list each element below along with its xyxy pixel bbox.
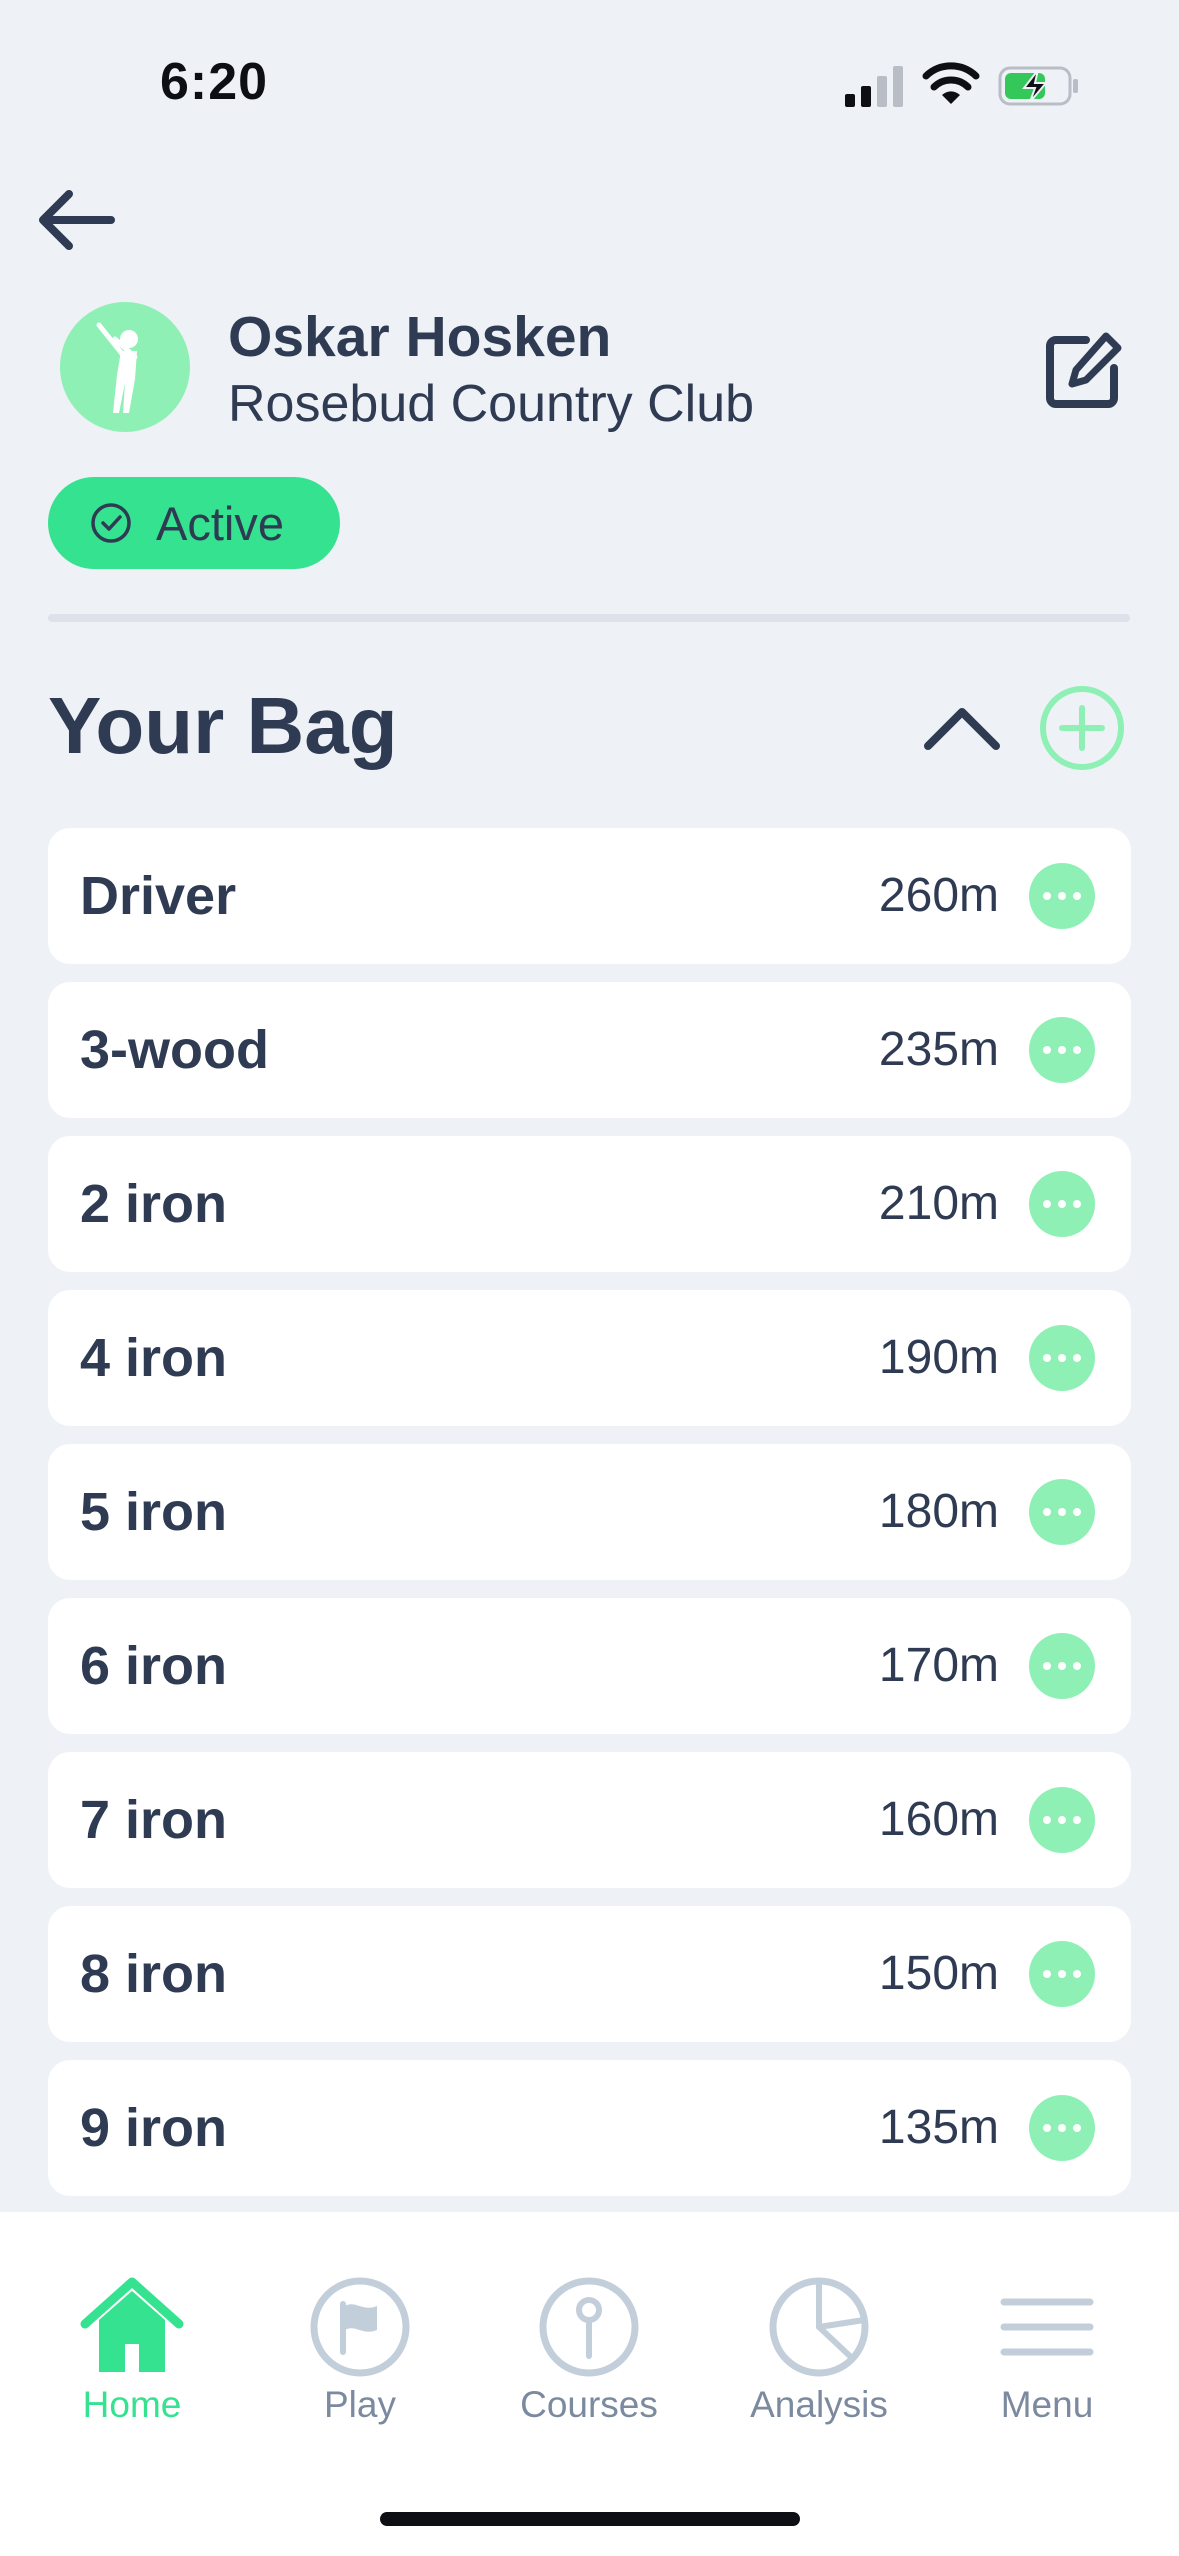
club-name: 7 iron xyxy=(80,1790,228,1850)
club-options-button[interactable] xyxy=(1029,1941,1095,2007)
club-options-button[interactable] xyxy=(1029,1017,1095,1083)
back-button[interactable] xyxy=(30,180,120,260)
battery-charging-icon xyxy=(998,66,1078,106)
club-row[interactable]: 2 iron 210m xyxy=(48,1136,1131,1272)
club-options-button[interactable] xyxy=(1029,1171,1095,1237)
tab-analysis[interactable]: Analysis xyxy=(709,2212,929,2425)
club-distance: 170m xyxy=(878,1639,999,1692)
tab-label: Menu xyxy=(1000,2384,1094,2425)
club-row[interactable]: 7 iron 160m xyxy=(48,1752,1131,1888)
arrow-left-icon xyxy=(39,190,115,250)
status-label: Active xyxy=(156,496,284,550)
edit-profile-button[interactable] xyxy=(1040,328,1126,414)
club-options-button[interactable] xyxy=(1029,1787,1095,1853)
club-name: 6 iron xyxy=(80,1636,228,1696)
club-options-button[interactable] xyxy=(1029,1633,1095,1699)
cellular-signal-icon xyxy=(845,66,903,107)
flag-icon xyxy=(310,2277,410,2377)
tab-label: Analysis xyxy=(750,2384,888,2425)
status-time: 6:20 xyxy=(160,53,269,111)
club-row[interactable]: 3-wood 235m xyxy=(48,982,1131,1118)
more-icon xyxy=(1043,1816,1081,1824)
edit-icon xyxy=(1046,332,1122,408)
divider xyxy=(48,614,1130,622)
club-name: 5 iron xyxy=(80,1482,228,1542)
club-name: 8 iron xyxy=(80,1944,228,2004)
tab-courses[interactable]: Courses xyxy=(479,2212,699,2425)
more-icon xyxy=(1043,2124,1081,2132)
tab-label: Play xyxy=(324,2384,396,2425)
club-list: Driver 260m 3-wood 235m 2 iron 210m 4 iron 190m… xyxy=(48,828,1131,2214)
pie-chart-icon xyxy=(769,2277,869,2377)
club-row[interactable]: 8 iron 150m xyxy=(48,1906,1131,2042)
club-distance: 135m xyxy=(878,2101,999,2154)
club-distance: 180m xyxy=(878,1485,999,1538)
club-row[interactable]: 6 iron 170m xyxy=(48,1598,1131,1734)
tab-label: Home xyxy=(82,2384,182,2425)
tab-bar: Home Play Courses Analysis Menu xyxy=(0,2212,1179,2556)
home-icon xyxy=(80,2277,184,2372)
club-row[interactable]: 5 iron 180m xyxy=(48,1444,1131,1580)
tab-menu[interactable]: Menu xyxy=(937,2212,1157,2425)
club-name: Driver xyxy=(80,866,237,926)
section-title: Your Bag xyxy=(48,681,398,770)
club-distance: 160m xyxy=(878,1793,999,1846)
more-icon xyxy=(1043,1508,1081,1516)
club-distance: 260m xyxy=(878,869,999,922)
club-options-button[interactable] xyxy=(1029,2095,1095,2161)
profile-header: Oskar Hosken Rosebud Country Club xyxy=(60,302,1140,433)
club-row[interactable]: 4 iron 190m xyxy=(48,1290,1131,1426)
club-distance: 210m xyxy=(878,1177,999,1230)
more-icon xyxy=(1043,892,1081,900)
home-indicator[interactable] xyxy=(380,2512,800,2526)
club-name: 2 iron xyxy=(80,1174,228,1234)
menu-icon xyxy=(1000,2298,1094,2356)
check-circle-icon xyxy=(91,503,131,543)
tab-home[interactable]: Home xyxy=(22,2212,242,2425)
club-options-button[interactable] xyxy=(1029,1325,1095,1391)
avatar[interactable] xyxy=(60,302,190,432)
chevron-up-icon xyxy=(924,708,1000,750)
club-options-button[interactable] xyxy=(1029,1479,1095,1545)
club-distance: 150m xyxy=(878,1947,999,2000)
club-name: 4 iron xyxy=(80,1328,228,1388)
club-name: 3-wood xyxy=(80,1020,269,1080)
more-icon xyxy=(1043,1970,1081,1978)
club-distance: 235m xyxy=(878,1023,999,1076)
tab-label: Courses xyxy=(520,2384,658,2425)
pin-icon xyxy=(539,2277,639,2377)
more-icon xyxy=(1043,1046,1081,1054)
golfer-icon xyxy=(96,322,138,413)
more-icon xyxy=(1043,1662,1081,1670)
add-club-button[interactable] xyxy=(1038,684,1126,772)
wifi-icon xyxy=(922,62,980,104)
status-badge: Active xyxy=(48,477,340,569)
club-row[interactable]: Driver 260m xyxy=(48,828,1131,964)
club-name: 9 iron xyxy=(80,2098,228,2158)
club-row[interactable]: 9 iron 135m xyxy=(48,2060,1131,2196)
status-bar: 6:20 xyxy=(0,0,1179,150)
club-distance: 190m xyxy=(878,1331,999,1384)
player-club: Rosebud Country Club xyxy=(228,375,755,433)
collapse-button[interactable] xyxy=(918,690,1006,766)
tab-play[interactable]: Play xyxy=(250,2212,470,2425)
club-options-button[interactable] xyxy=(1029,863,1095,929)
player-name: Oskar Hosken xyxy=(228,305,612,369)
more-icon xyxy=(1043,1354,1081,1362)
more-icon xyxy=(1043,1200,1081,1208)
plus-circle-icon xyxy=(1040,686,1124,770)
